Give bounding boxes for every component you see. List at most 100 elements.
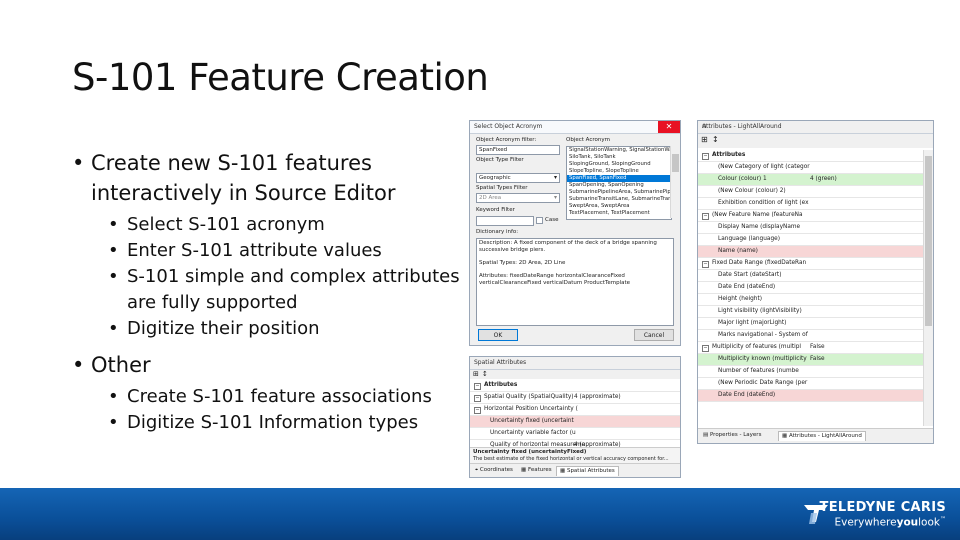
- acronym-list-item[interactable]: SubmarineTransitLane, SubmarineTrans: [567, 196, 671, 203]
- attributes-toolbar: ⊞ ↕: [698, 134, 933, 148]
- tab-properties-layers[interactable]: ▤ Properties - Layers: [700, 431, 764, 440]
- categorized-icon[interactable]: ⊞: [701, 135, 708, 144]
- spatial-grid: − Attributes − Spatial Quality (SpatialQual…: [470, 380, 680, 452]
- property-row[interactable]: Number of features (numbe: [698, 366, 924, 378]
- tab-features[interactable]: ▦ Features: [518, 466, 555, 475]
- acronym-list-item[interactable]: SlopingGround, SlopingGround: [567, 161, 671, 168]
- property-name: Multiplicity known (multiplicity: [718, 356, 807, 362]
- property-row[interactable]: (New Periodic Date Range (per: [698, 378, 924, 390]
- collapse-icon[interactable]: −: [702, 213, 709, 220]
- property-row[interactable]: − Attributes: [698, 150, 924, 162]
- tab-spatial-attributes[interactable]: ▦ Spatial Attributes: [556, 466, 619, 476]
- tab-coordinates[interactable]: ⌖ Coordinates: [472, 466, 516, 475]
- ok-button[interactable]: OK: [478, 329, 518, 341]
- property-name: Attributes: [712, 152, 746, 158]
- type-filter-label: Object Type Filter: [476, 157, 524, 163]
- acronym-list-item[interactable]: TextPlacement, TextPlacement: [567, 210, 671, 217]
- grid-icon: ▦: [560, 468, 566, 474]
- property-row[interactable]: Exhibition condition of light (ex: [698, 198, 924, 210]
- property-name: Colour (colour) 1: [718, 176, 767, 182]
- case-checkbox[interactable]: [536, 217, 543, 224]
- acronym-list-item[interactable]: SlopeTopline, SlopeTopline: [567, 168, 671, 175]
- desc-title: Uncertainty fixed (uncertaintyFixed): [473, 449, 587, 455]
- property-row[interactable]: Uncertainty variable factor (u: [470, 428, 680, 440]
- property-name: Exhibition condition of light (ex: [718, 200, 809, 206]
- keyword-filter-input[interactable]: [476, 216, 534, 226]
- acronym-list-item[interactable]: SiloTank, SiloTank: [567, 154, 671, 161]
- bullet-create-features: Create new S-101 features interactively …: [72, 148, 472, 208]
- acronym-list-item[interactable]: SignalStationWarning, SignalStationWa: [567, 147, 671, 154]
- property-row[interactable]: − Horizontal Position Uncertainty (: [470, 404, 680, 416]
- alpha-sort-icon[interactable]: ↕: [712, 135, 719, 144]
- property-row[interactable]: (New Colour (colour) 2): [698, 186, 924, 198]
- property-name: Uncertainty variable factor (u: [490, 430, 576, 436]
- collapse-icon[interactable]: −: [702, 345, 709, 352]
- property-name: Uncertainty fixed (uncertaint: [490, 418, 574, 424]
- property-row[interactable]: Display Name (displayName: [698, 222, 924, 234]
- property-row[interactable]: Colour (colour) 1 4 (green): [698, 174, 924, 186]
- spatial-filter-select[interactable]: 2D Area: [476, 193, 560, 203]
- brand-name: TELEDYNE CARIS: [819, 500, 946, 515]
- property-name: (New Feature Name (featureNa: [712, 212, 803, 218]
- property-row[interactable]: Multiplicity known (multiplicity False: [698, 354, 924, 366]
- alpha-sort-icon[interactable]: ↕: [482, 370, 488, 378]
- sub-bullet: Digitize S-101 Information types: [90, 410, 472, 436]
- crosshair-icon: ⌖: [475, 467, 479, 473]
- property-row[interactable]: Date End (dateEnd): [698, 282, 924, 294]
- property-row[interactable]: Language (language): [698, 234, 924, 246]
- sort-icon[interactable]: ⊞: [473, 370, 479, 378]
- property-name: Major light (majorLight): [718, 320, 787, 326]
- description-text: Description: A fixed component of the de…: [479, 240, 657, 253]
- acronym-scrollbar[interactable]: [670, 146, 680, 218]
- property-row[interactable]: − Fixed Date Range (fixedDateRan: [698, 258, 924, 270]
- property-row[interactable]: − Multiplicity of features (multipl False: [698, 342, 924, 354]
- collapse-icon[interactable]: −: [474, 407, 481, 414]
- collapse-icon[interactable]: −: [474, 383, 481, 390]
- acronym-list-item[interactable]: SpanFixed, SpanFixed: [567, 175, 671, 182]
- desc-text: The best estimate of the fixed horizonta…: [473, 456, 669, 462]
- acronym-list-item[interactable]: SweptArea, SweptArea: [567, 203, 671, 210]
- attributes-scrollbar[interactable]: [923, 150, 933, 426]
- tab-attributes[interactable]: ▦ Attributes - LightAllAround: [778, 431, 866, 441]
- property-row[interactable]: Uncertainty fixed (uncertaint: [470, 416, 680, 428]
- sub-bullet: Digitize their position: [90, 316, 472, 342]
- property-row[interactable]: − (New Feature Name (featureNa: [698, 210, 924, 222]
- property-name: Spatial Quality (SpatialQuality): [484, 394, 574, 400]
- attributes-grid: − Attributes (New Category of light (categ…: [698, 150, 924, 426]
- spatial-attributes-panel: Spatial Attributes ⊞ ↕ − Attributes − Spati…: [469, 356, 681, 478]
- acronym-list[interactable]: SignalStationWarning, SignalStationWa Sil…: [566, 146, 672, 220]
- property-value[interactable]: False: [806, 354, 914, 365]
- spatial-panel-title: Spatial Attributes: [474, 359, 527, 366]
- pin-icon[interactable]: ▫: [702, 122, 930, 130]
- property-row[interactable]: − Spatial Quality (SpatialQuality) 4 (appr…: [470, 392, 680, 404]
- collapse-icon[interactable]: −: [702, 153, 709, 160]
- acronym-list-item[interactable]: SubmarinePipelineArea, SubmarinePipe: [567, 189, 671, 196]
- property-name: Date End (dateEnd): [718, 392, 776, 398]
- property-value[interactable]: False: [806, 342, 914, 353]
- slide-title: S-101 Feature Creation: [72, 56, 489, 99]
- property-name: Light visibility (lightVisibility): [718, 308, 802, 314]
- type-filter-select[interactable]: Geographic: [476, 173, 560, 183]
- property-name: Language (language): [718, 236, 780, 242]
- property-row[interactable]: − Attributes: [470, 380, 680, 392]
- property-row[interactable]: Major light (majorLight): [698, 318, 924, 330]
- property-row[interactable]: Height (height): [698, 294, 924, 306]
- property-row[interactable]: (New Category of light (categor: [698, 162, 924, 174]
- close-icon[interactable]: ✕: [658, 121, 680, 133]
- collapse-icon[interactable]: −: [474, 395, 481, 402]
- property-row[interactable]: Marks navigational - System of: [698, 330, 924, 342]
- property-row[interactable]: Light visibility (lightVisibility): [698, 306, 924, 318]
- acronym-filter-label: Object Acronym filter:: [476, 137, 537, 143]
- cancel-button[interactable]: Cancel: [634, 329, 674, 341]
- collapse-icon[interactable]: −: [702, 261, 709, 268]
- property-row[interactable]: Name (name): [698, 246, 924, 258]
- property-name: Fixed Date Range (fixedDateRan: [712, 260, 807, 266]
- footer-bar: TELEDYNE CARIS Everywhereyoulook™: [0, 488, 960, 540]
- acronym-filter-input[interactable]: SpanFixed: [476, 145, 560, 155]
- property-row[interactable]: Date Start (dateStart): [698, 270, 924, 282]
- property-value[interactable]: 4 (approximate): [570, 392, 670, 403]
- property-row[interactable]: Date End (dateEnd): [698, 390, 924, 402]
- property-value[interactable]: 4 (green): [806, 174, 914, 185]
- select-acronym-dialog: Select Object Acronym ✕ Object Acronym f…: [469, 120, 681, 346]
- acronym-list-item[interactable]: SpanOpening, SpanOpening: [567, 182, 671, 189]
